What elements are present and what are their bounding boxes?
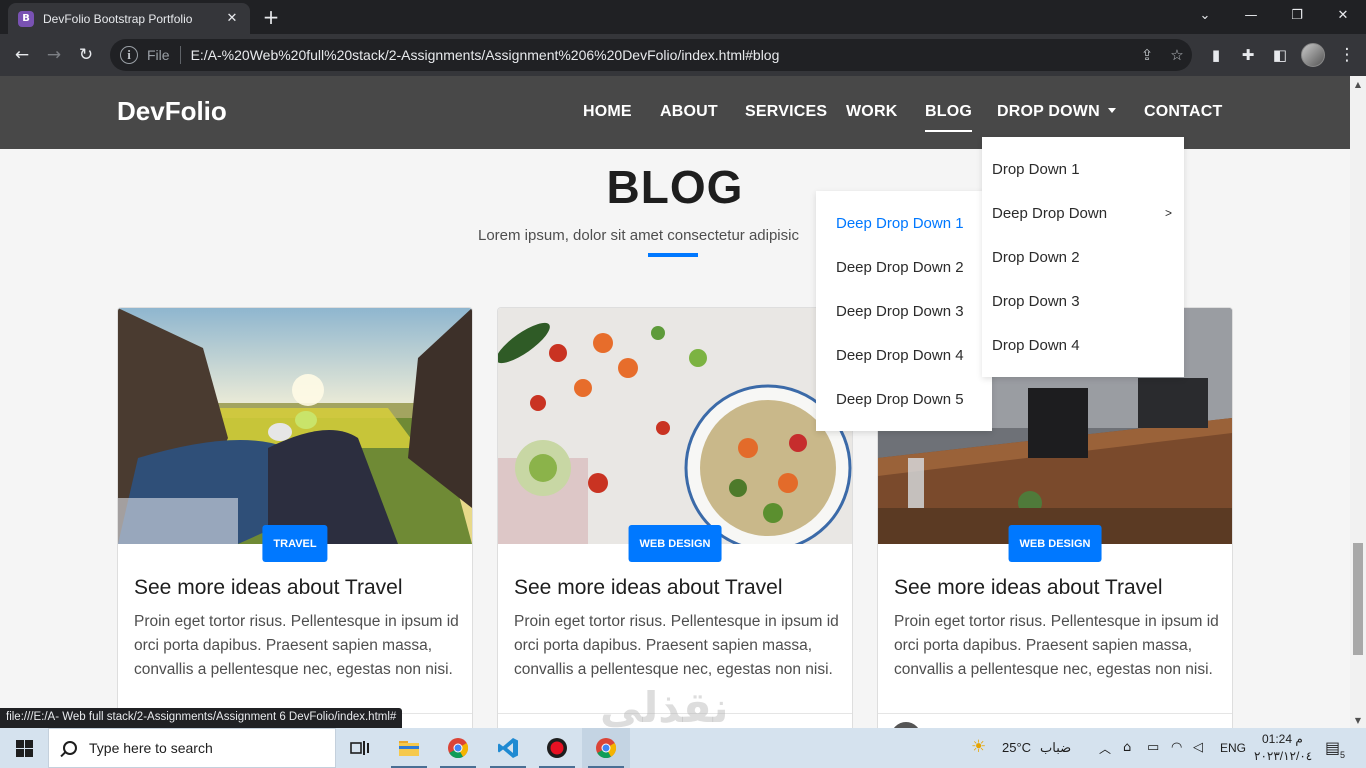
- deep-dropdown-item[interactable]: Deep Drop Down 4: [816, 333, 992, 377]
- start-button[interactable]: [0, 728, 48, 768]
- weather-temp[interactable]: 25°C: [1002, 740, 1031, 755]
- file-scheme-label: File: [147, 47, 170, 63]
- card-title[interactable]: See more ideas about Travel: [134, 576, 403, 600]
- nav-services[interactable]: SERVICES: [745, 103, 827, 121]
- bootstrap-favicon-icon: B: [18, 10, 34, 27]
- minimize-icon[interactable]: —: [1228, 0, 1274, 30]
- back-arrow-icon[interactable]: ←: [9, 42, 35, 68]
- url-text[interactable]: E:/A-%20Web%20full%20stack/2-Assignments…: [191, 47, 1132, 63]
- dropdown-menu: Drop Down 1 Deep Drop Down > Drop Down 2 …: [982, 137, 1184, 377]
- site-info-icon[interactable]: i: [120, 46, 138, 64]
- close-window-icon[interactable]: ✕: [1320, 0, 1366, 30]
- nav-work[interactable]: WORK: [846, 103, 897, 121]
- clock-date[interactable]: ٢٠٢٣/١٢/٠٤: [1254, 749, 1312, 763]
- dropdown-item-deep[interactable]: Deep Drop Down >: [982, 191, 1184, 235]
- wifi-icon[interactable]: ◠: [1171, 740, 1182, 755]
- nav-contact[interactable]: CONTACT: [1144, 103, 1222, 121]
- clock-time[interactable]: 01:24 م: [1262, 732, 1303, 746]
- card-text: Proin eget tortor risus. Pellentesque in…: [894, 613, 1219, 678]
- scroll-down-arrow-icon[interactable]: ▼: [1350, 712, 1366, 728]
- tab-search-chevron-icon[interactable]: ⌄: [1182, 0, 1228, 30]
- nav-dropdown[interactable]: DROP DOWN: [997, 103, 1116, 121]
- extension-doc-icon[interactable]: ▮: [1203, 42, 1229, 68]
- deep-dropdown-item[interactable]: Deep Drop Down 3: [816, 289, 992, 333]
- dropdown-item[interactable]: Drop Down 4: [982, 323, 1184, 367]
- dropdown-item[interactable]: Drop Down 2: [982, 235, 1184, 279]
- nav-blog[interactable]: BLOG: [925, 103, 973, 132]
- caret-down-icon: [1107, 108, 1116, 113]
- restore-icon[interactable]: ❐: [1274, 0, 1320, 30]
- page-scrollbar[interactable]: ▲ ▼: [1350, 76, 1366, 728]
- search-placeholder: Type here to search: [89, 740, 213, 756]
- category-badge[interactable]: WEB DESIGN: [628, 525, 722, 562]
- blog-card[interactable]: WEB DESIGN See more ideas about Travel P…: [497, 307, 853, 728]
- recorder-icon[interactable]: [533, 728, 581, 768]
- weather-sun-icon[interactable]: ☀: [971, 737, 986, 757]
- input-language[interactable]: ENG: [1220, 741, 1246, 755]
- chrome-active-icon[interactable]: [582, 728, 630, 768]
- food-photo: [498, 308, 852, 544]
- extensions-puzzle-icon[interactable]: ✚: [1235, 42, 1261, 68]
- forward-arrow-icon[interactable]: →: [41, 42, 67, 68]
- browser-tab[interactable]: B DevFolio Bootstrap Portfolio ✕: [8, 3, 250, 34]
- nav-about[interactable]: ABOUT: [660, 103, 718, 121]
- category-badge[interactable]: TRAVEL: [262, 525, 328, 562]
- volume-icon[interactable]: ◁: [1193, 740, 1203, 755]
- card-footer-divider: [878, 713, 1232, 714]
- deep-dropdown-menu: Deep Drop Down 1 Deep Drop Down 2 Deep D…: [816, 191, 992, 431]
- category-badge[interactable]: WEB DESIGN: [1008, 525, 1102, 562]
- task-view-icon[interactable]: [336, 728, 384, 768]
- share-icon[interactable]: ⇪: [1132, 46, 1162, 64]
- deep-dropdown-item[interactable]: Deep Drop Down 1: [816, 201, 992, 245]
- dropdown-item-deep-label: Deep Drop Down: [992, 204, 1108, 222]
- link-status-bubble: file:///E:/A- Web full stack/2-Assignmen…: [0, 708, 403, 728]
- deep-dropdown-item[interactable]: Deep Drop Down 5: [816, 377, 992, 421]
- scroll-thumb[interactable]: [1353, 543, 1363, 655]
- blog-card[interactable]: TRAVEL See more ideas about Travel Proin…: [117, 307, 473, 728]
- deep-dropdown-item[interactable]: Deep Drop Down 2: [816, 245, 992, 289]
- taskbar-search-box[interactable]: Type here to search: [48, 728, 336, 768]
- windows-logo-icon: [15, 739, 33, 757]
- watermark-logo: نقذلي: [600, 683, 729, 732]
- card-text: Proin eget tortor risus. Pellentesque in…: [514, 613, 839, 678]
- reload-icon[interactable]: ↻: [73, 42, 99, 68]
- title-underline: [648, 253, 698, 257]
- browser-tab-strip: B DevFolio Bootstrap Portfolio ✕ + ⌄ — ❐…: [0, 0, 1366, 34]
- address-bar[interactable]: i File E:/A-%20Web%20full%20stack/2-Assi…: [110, 39, 1192, 71]
- card-title[interactable]: See more ideas about Travel: [514, 576, 783, 600]
- page-viewport: DevFolio HOME ABOUT SERVICES WORK BLOG D…: [0, 76, 1350, 728]
- weather-desc[interactable]: ضباب: [1040, 740, 1071, 756]
- nav-dropdown-label: DROP DOWN: [997, 103, 1100, 120]
- submenu-arrow-icon: >: [1164, 206, 1172, 220]
- battery-icon[interactable]: ▭: [1147, 740, 1159, 755]
- chrome-icon[interactable]: [434, 728, 482, 768]
- dropdown-item[interactable]: Drop Down 1: [982, 147, 1184, 191]
- search-icon: [63, 741, 77, 755]
- blog-section-subtitle: Lorem ipsum, dolor sit amet consectetur …: [478, 227, 799, 244]
- vscode-icon[interactable]: [484, 728, 532, 768]
- file-explorer-icon[interactable]: [385, 728, 433, 768]
- windows-taskbar: Type here to search ☀ 25°C ضباب ︿ ⌂ ▭ ◠ …: [0, 728, 1366, 768]
- tab-close-icon[interactable]: ✕: [224, 11, 240, 26]
- side-panel-icon[interactable]: ◧: [1267, 42, 1293, 68]
- bookmark-star-icon[interactable]: ☆: [1162, 46, 1192, 64]
- site-brand[interactable]: DevFolio: [117, 96, 227, 127]
- notification-center-icon[interactable]: ▤: [1325, 738, 1340, 757]
- card-text: Proin eget tortor risus. Pellentesque in…: [134, 613, 459, 678]
- travel-photo: [118, 308, 472, 544]
- nav-home[interactable]: HOME: [583, 103, 632, 121]
- omnibox-divider: [179, 46, 181, 64]
- browser-menu-icon[interactable]: ⋮: [1334, 42, 1360, 68]
- notification-count: 5: [1340, 750, 1346, 760]
- scroll-up-arrow-icon[interactable]: ▲: [1350, 76, 1366, 92]
- show-hidden-icons-chevron-icon[interactable]: ︿: [1099, 740, 1111, 757]
- profile-avatar[interactable]: [1301, 43, 1325, 67]
- browser-toolbar: ← → ↻ i File E:/A-%20Web%20full%20stack/…: [0, 34, 1366, 76]
- device-icon[interactable]: ⌂: [1123, 740, 1131, 755]
- new-tab-plus-icon[interactable]: +: [260, 4, 282, 30]
- tab-title: DevFolio Bootstrap Portfolio: [43, 11, 193, 26]
- card-title[interactable]: See more ideas about Travel: [894, 576, 1163, 600]
- dropdown-item[interactable]: Drop Down 3: [982, 279, 1184, 323]
